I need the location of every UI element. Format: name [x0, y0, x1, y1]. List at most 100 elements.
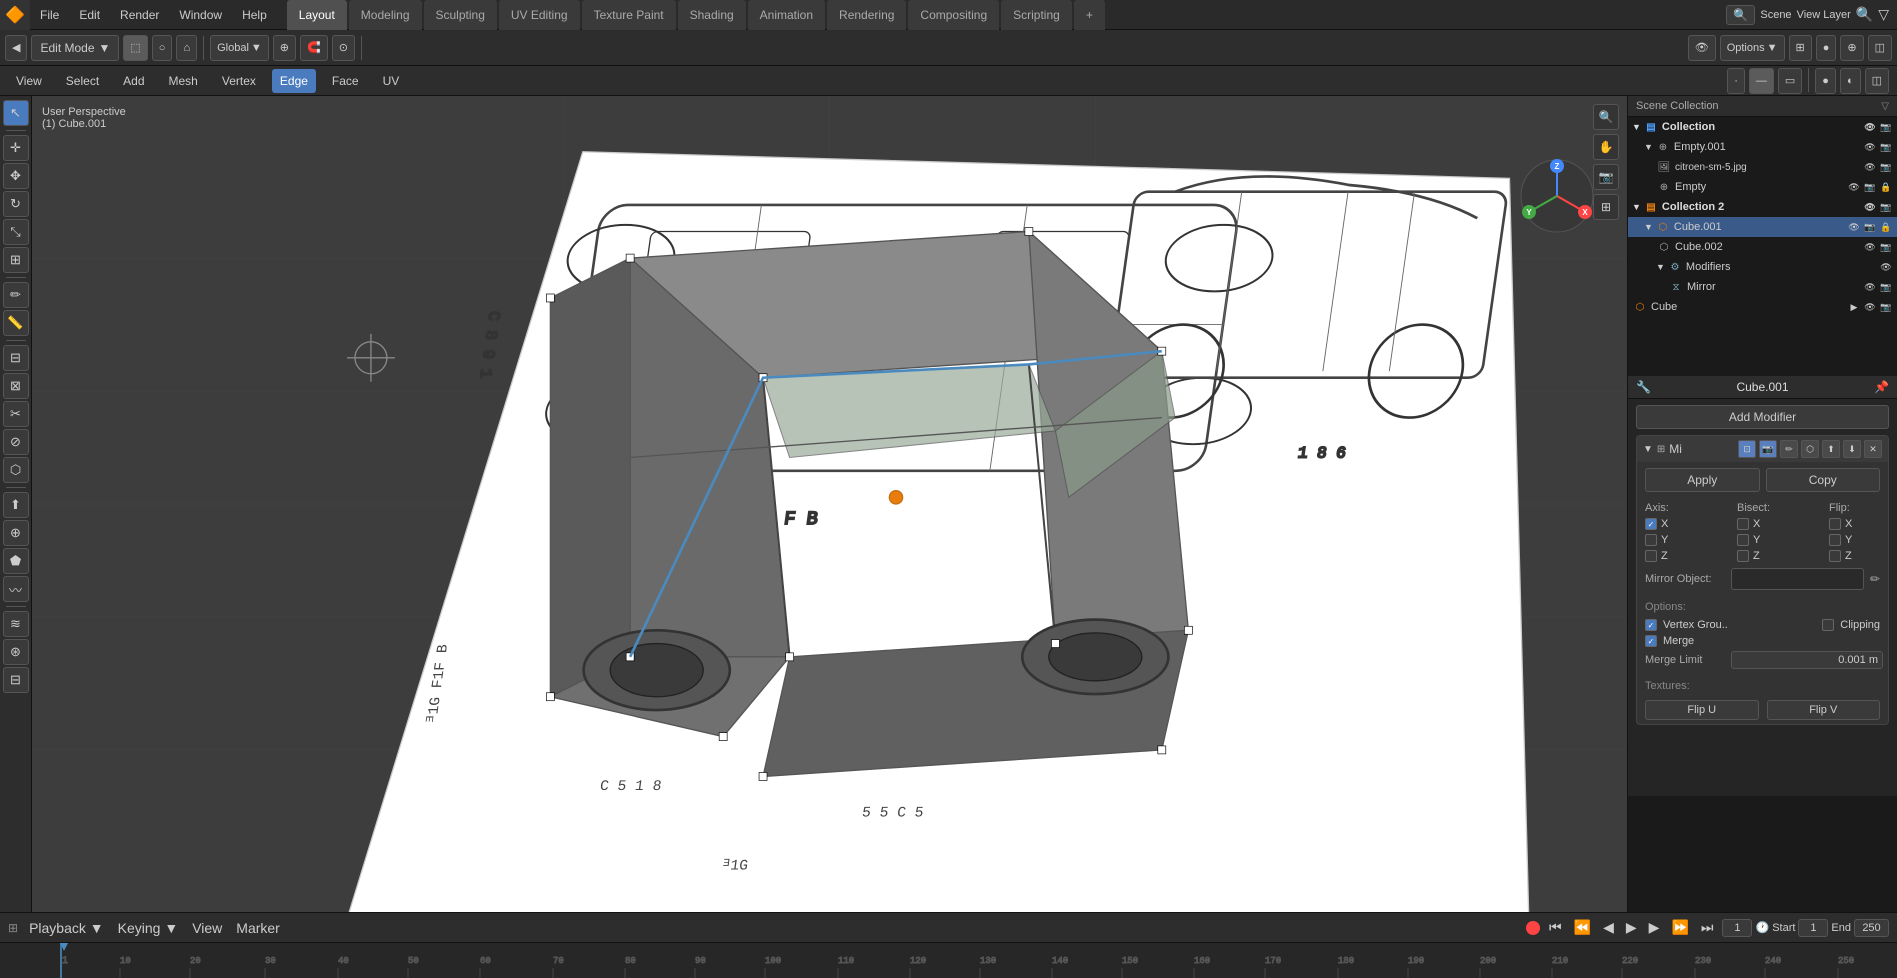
cursor-tool-btn[interactable]: ✛	[3, 135, 29, 161]
img-visibility-icon[interactable]: 👁	[1863, 160, 1877, 174]
tab-shading[interactable]: Shading	[678, 0, 746, 30]
move-tool-btn[interactable]: ✥	[3, 163, 29, 189]
jump-start-btn[interactable]: ⏮	[1546, 919, 1565, 936]
select-btn[interactable]: Select	[58, 69, 107, 93]
outliner-item-collection2[interactable]: ▼ ▤ Collection 2 👁 📷	[1628, 197, 1897, 217]
cube002-visibility-icon[interactable]: 👁	[1863, 240, 1877, 254]
flip-v-btn[interactable]: Flip V	[1767, 700, 1881, 720]
global-dropdown[interactable]: Global ▼	[210, 35, 269, 61]
bisect-x-checkbox[interactable]	[1737, 518, 1749, 530]
mirror-visibility-icon[interactable]: 👁	[1863, 280, 1877, 294]
prev-frame-btn[interactable]: ⏪	[1571, 919, 1594, 936]
scene-selector[interactable]: 🔍	[1726, 5, 1755, 25]
copy-btn[interactable]: Copy	[1766, 468, 1881, 492]
tab-scripting[interactable]: Scripting	[1001, 0, 1072, 30]
collection2-render-icon[interactable]: 📷	[1879, 200, 1893, 214]
filter-icon[interactable]: ▽	[1878, 6, 1889, 23]
play-btn[interactable]: ▶	[1623, 919, 1640, 936]
merge-limit-input[interactable]	[1731, 651, 1883, 669]
collection-visibility-icon[interactable]: 👁	[1863, 120, 1877, 134]
offset-edge-btn[interactable]: ⊠	[3, 373, 29, 399]
transform-orientations-btn[interactable]: ⊞	[1789, 35, 1812, 61]
cube002-render-icon[interactable]: 📷	[1879, 240, 1893, 254]
clipping-checkbox[interactable]	[1822, 619, 1834, 631]
viewport-shading-btn[interactable]: ●	[1816, 35, 1837, 61]
mod-realtime-icon[interactable]: ⊡	[1738, 440, 1756, 458]
flip-y-checkbox[interactable]	[1829, 534, 1841, 546]
face-btn[interactable]: Face	[324, 69, 367, 93]
outliner-item-cube001[interactable]: ▼ ⬡ Cube.001 👁 📷 🔒	[1628, 217, 1897, 237]
bevel-btn[interactable]: ⬟	[3, 548, 29, 574]
relax-btn[interactable]: ⊛	[3, 639, 29, 665]
select-box-btn[interactable]: ⬚	[123, 35, 147, 61]
outliner-item-cube[interactable]: ⬡ Cube ▶ 👁 📷	[1628, 297, 1897, 317]
apply-btn[interactable]: Apply	[1645, 468, 1760, 492]
loop-cut-btn[interactable]: ⊟	[3, 345, 29, 371]
transform-tool-btn[interactable]: ⊞	[3, 247, 29, 273]
vertex-btn[interactable]: Vertex	[214, 69, 264, 93]
cube-visibility-icon[interactable]: 👁	[1863, 300, 1877, 314]
axis-x-checkbox[interactable]	[1645, 518, 1657, 530]
tab-layout[interactable]: Layout	[287, 0, 347, 30]
outliner-item-modifiers[interactable]: ▼ ⚙ Modifiers 👁	[1628, 257, 1897, 277]
poly-build-btn[interactable]: ⬡	[3, 457, 29, 483]
tab-animation[interactable]: Animation	[748, 0, 825, 30]
marker-btn[interactable]: Marker	[233, 920, 283, 936]
viewport-zoom-btn[interactable]: 🔍	[1593, 104, 1619, 130]
modifier-toggle-icon[interactable]: ▼	[1643, 444, 1653, 455]
inset-btn[interactable]: ⊕	[3, 520, 29, 546]
mod-expand-icon[interactable]: ⬆	[1822, 440, 1840, 458]
mesh-btn[interactable]: Mesh	[161, 69, 206, 93]
outliner-item-empty[interactable]: ⊕ Empty 👁 📷 🔒	[1628, 177, 1897, 197]
navigation-gizmo[interactable]: Z X Y	[1517, 156, 1597, 236]
select-circle-btn[interactable]: ○	[152, 35, 173, 61]
mirror-render-icon[interactable]: 📷	[1879, 280, 1893, 294]
blender-logo-icon[interactable]: 🔶	[0, 0, 30, 30]
edge-select-mode[interactable]: —	[1749, 68, 1774, 94]
tab-modeling[interactable]: Modeling	[349, 0, 422, 30]
bisect-btn[interactable]: ⊘	[3, 429, 29, 455]
empty001-render-icon[interactable]: 📷	[1879, 140, 1893, 154]
crease-btn[interactable]: 〰	[3, 576, 29, 602]
keying-btn[interactable]: Keying ▼	[115, 920, 182, 936]
options-btn[interactable]: Options ▼	[1720, 35, 1785, 61]
flip-z-checkbox[interactable]	[1829, 550, 1841, 562]
end-frame-input[interactable]	[1854, 919, 1889, 937]
face-select-mode[interactable]: ▭	[1778, 68, 1802, 94]
mod-cage-icon[interactable]: ⬡	[1801, 440, 1819, 458]
outliner-item-mirror[interactable]: ⧖ Mirror 👁 📷	[1628, 277, 1897, 297]
timeline-menu-icon[interactable]: ⊞	[8, 921, 18, 935]
empty-visibility-icon[interactable]: 👁	[1847, 180, 1861, 194]
view-timeline-btn[interactable]: View	[189, 920, 225, 936]
playback-btn[interactable]: Playback ▼	[26, 920, 107, 936]
img-render-icon[interactable]: 📷	[1879, 160, 1893, 174]
viewport-display-btn[interactable]: ●	[1815, 68, 1836, 94]
vertex-select-mode[interactable]: ·	[1727, 68, 1745, 94]
menu-window[interactable]: Window	[169, 0, 232, 30]
search-icon[interactable]: 🔍	[1856, 6, 1873, 23]
tab-sculpting[interactable]: Sculpting	[424, 0, 497, 30]
cube-render-icon[interactable]: 📷	[1879, 300, 1893, 314]
start-frame-input[interactable]	[1798, 919, 1828, 937]
record-btn[interactable]	[1526, 921, 1540, 935]
mod-editmode-icon[interactable]: ✏	[1780, 440, 1798, 458]
knife-btn[interactable]: ✂	[3, 401, 29, 427]
menu-file[interactable]: File	[30, 0, 69, 30]
rotate-tool-btn[interactable]: ↻	[3, 191, 29, 217]
scale-tool-btn[interactable]: ⤡	[3, 219, 29, 245]
tab-add[interactable]: +	[1074, 0, 1105, 30]
timeline-ruler[interactable]: 1 10 20 30 40 50 60 70 80 90 100 110 120…	[0, 943, 1897, 978]
merge-checkbox[interactable]	[1645, 635, 1657, 647]
viewport[interactable]: User Perspective (1) Cube.001	[32, 96, 1627, 912]
measure-tool-btn[interactable]: 📏	[3, 310, 29, 336]
axis-y-checkbox[interactable]	[1645, 534, 1657, 546]
xray-edit-btn[interactable]: ◫	[1865, 68, 1889, 94]
empty001-visibility-icon[interactable]: 👁	[1863, 140, 1877, 154]
axis-z-checkbox[interactable]	[1645, 550, 1657, 562]
annotate-tool-btn[interactable]: ✏	[3, 282, 29, 308]
uv-btn[interactable]: UV	[375, 69, 408, 93]
cube001-render-icon[interactable]: 📷	[1863, 220, 1877, 234]
outliner-item-citroen-img[interactable]: 🖼 citroen-sm-5.jpg 👁 📷	[1628, 157, 1897, 177]
smooth-btn[interactable]: ≋	[3, 611, 29, 637]
add-btn[interactable]: Add	[115, 69, 152, 93]
